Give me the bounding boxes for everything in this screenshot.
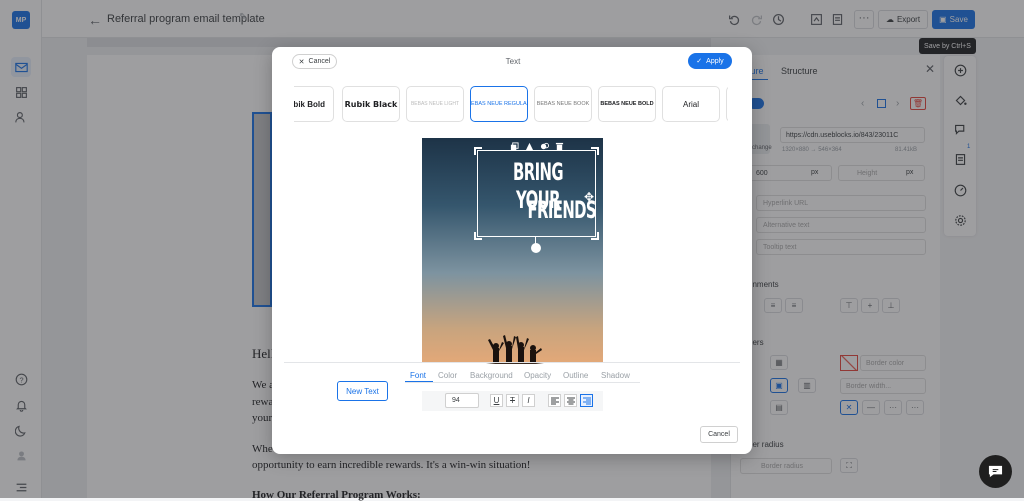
chat-support-button[interactable]	[979, 455, 1012, 488]
editor-divider	[284, 362, 740, 363]
resize-handle[interactable]	[591, 147, 599, 155]
align-left-icon	[550, 397, 559, 404]
font-option[interactable]: Rubik Black	[342, 86, 400, 122]
resize-handle[interactable]	[591, 232, 599, 240]
font-option[interactable]: Arial	[662, 86, 720, 122]
align-center-icon	[566, 397, 575, 404]
tab-background[interactable]: Background	[470, 371, 513, 380]
font-option[interactable]: BEBAS NEUE LIGHT	[406, 86, 464, 122]
modal-title: Text	[505, 57, 521, 66]
apply-label: Apply	[706, 57, 724, 65]
tabs-baseline	[405, 382, 640, 383]
active-tab-indicator	[405, 381, 433, 382]
align-right-icon	[582, 397, 591, 404]
close-icon: ✕	[298, 58, 305, 66]
resize-handle[interactable]	[474, 147, 482, 155]
font-option[interactable]: BEBAS NEUE BOLD	[598, 86, 656, 122]
tab-outline[interactable]: Outline	[563, 371, 588, 380]
tab-font[interactable]: Font	[410, 371, 426, 380]
tab-color[interactable]: Color	[438, 371, 457, 380]
chat-bubble-icon	[988, 465, 1003, 478]
tab-shadow[interactable]: Shadow	[601, 371, 630, 380]
strikethrough-button[interactable]: T	[506, 394, 519, 407]
font-option[interactable]: ubik Bold	[294, 86, 334, 122]
move-cursor-icon: ✥	[584, 190, 595, 204]
font-picker-strip: ubik Bold Rubik Black BEBAS NEUE LIGHT B…	[294, 86, 728, 124]
apply-button[interactable]: ✓ Apply	[688, 53, 732, 69]
font-option[interactable]	[726, 86, 728, 122]
cancel-bottom-button[interactable]: Cancel	[700, 426, 738, 443]
font-option-selected[interactable]: BEBAS NEUE REGULAR	[470, 86, 528, 122]
italic-button[interactable]: I	[522, 394, 535, 407]
cancel-top-label: Cancel	[308, 58, 331, 65]
rotate-handle[interactable]	[531, 243, 541, 253]
align-center-text-button[interactable]	[564, 394, 577, 407]
font-size-value: 94	[452, 397, 460, 404]
new-text-button[interactable]: New Text	[337, 381, 388, 401]
resize-handle[interactable]	[474, 232, 482, 240]
underline-button[interactable]: U	[490, 394, 503, 407]
align-right-text-button[interactable]	[580, 394, 593, 407]
font-size-input[interactable]: 94	[445, 393, 479, 408]
align-left-button[interactable]	[548, 394, 561, 407]
check-icon: ✓	[696, 58, 703, 65]
people-silhouette	[486, 335, 544, 364]
tab-opacity[interactable]: Opacity	[524, 371, 551, 380]
cancel-top-button[interactable]: ✕ Cancel	[292, 54, 337, 69]
font-option[interactable]: BEBAS NEUE BOOK	[534, 86, 592, 122]
